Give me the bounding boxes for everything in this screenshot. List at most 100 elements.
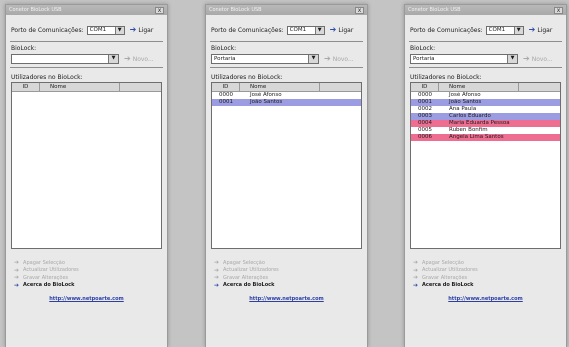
action-label: Actualizar Utilizadores: [422, 267, 478, 274]
connect-button[interactable]: Ligar: [138, 27, 153, 34]
column-header-filler: [320, 83, 361, 91]
arrow-right-icon: ➔: [14, 281, 20, 289]
connect-button[interactable]: Ligar: [338, 27, 353, 34]
action-list: ➔ Apagar Selecção ➔ Actualizar Utilizado…: [6, 259, 167, 289]
arrow-right-icon[interactable]: ➔: [130, 26, 137, 34]
table-header: ID Nome: [411, 83, 560, 92]
users-label: Utilizadores no BioLock:: [410, 74, 482, 81]
chevron-down-icon[interactable]: ▼: [507, 55, 517, 63]
arrow-right-icon[interactable]: ➔: [330, 26, 337, 34]
website-link[interactable]: http://www.netpoarte.com: [206, 296, 367, 302]
biolock-label: BioLock:: [11, 45, 37, 52]
table-header: ID Nome: [212, 83, 361, 92]
port-select[interactable]: COM1 ▼: [485, 25, 524, 35]
cell-name: Ângela Lima Santos: [449, 134, 504, 140]
chevron-down-icon[interactable]: ▼: [108, 55, 118, 63]
column-header-name[interactable]: Nome: [240, 83, 320, 91]
action-label: Actualizar Utilizadores: [23, 267, 79, 274]
port-select-value: COM1: [289, 27, 307, 33]
port-row: Porto de Comunicações: COM1 ▼ ➔ Ligar: [206, 21, 367, 39]
title-bar[interactable]: Conetor BioLock USB x: [405, 5, 566, 15]
biolock-window-2: Conetor BioLock USB x Porto de Comunicaç…: [205, 4, 368, 347]
close-icon[interactable]: x: [155, 6, 164, 14]
new-button[interactable]: Novo...: [532, 56, 553, 63]
delete-selection-action[interactable]: ➔ Apagar Selecção: [6, 259, 167, 267]
arrow-right-icon: ➔: [214, 274, 220, 282]
table-row[interactable]: 0003 Carlos Eduardo: [411, 113, 560, 120]
connect-button[interactable]: Ligar: [537, 27, 552, 34]
cell-name: Carlos Eduardo: [449, 113, 491, 119]
table-row[interactable]: 0002 Ana Paula: [411, 106, 560, 113]
port-select[interactable]: COM1 ▼: [86, 25, 125, 35]
arrow-right-icon: ➔: [14, 274, 20, 282]
update-users-action[interactable]: ➔ Actualizar Utilizadores: [206, 267, 367, 275]
biolock-label: BioLock:: [211, 45, 237, 52]
users-table[interactable]: ID Nome: [11, 82, 162, 249]
table-row[interactable]: 0001 João Santos: [212, 99, 361, 106]
port-row: Porto de Comunicações: COM1 ▼ ➔ Ligar: [405, 21, 566, 39]
update-users-action[interactable]: ➔ Actualizar Utilizadores: [405, 267, 566, 275]
about-action[interactable]: ➔ Acerca do BioLock: [206, 282, 367, 290]
biolock-row: Portaria ▼ ➔ Novo...: [405, 53, 566, 65]
arrow-right-icon[interactable]: ➔: [324, 55, 331, 63]
close-icon[interactable]: x: [355, 6, 364, 14]
new-button[interactable]: Novo...: [333, 56, 354, 63]
column-header-name[interactable]: Nome: [40, 83, 120, 91]
chevron-down-icon[interactable]: ▼: [314, 26, 324, 34]
arrow-right-icon[interactable]: ➔: [529, 26, 536, 34]
column-header-id[interactable]: ID: [12, 83, 40, 91]
arrow-right-icon: ➔: [14, 259, 20, 267]
users-label: Utilizadores no BioLock:: [211, 74, 283, 81]
users-table[interactable]: ID Nome 0000 José Afonso 0001 João Santos: [211, 82, 362, 249]
chevron-down-icon[interactable]: ▼: [308, 55, 318, 63]
divider: [210, 41, 363, 42]
column-header-name[interactable]: Nome: [439, 83, 519, 91]
title-bar[interactable]: Conetor BioLock USB x: [206, 5, 367, 15]
port-select[interactable]: COM1 ▼: [286, 25, 325, 35]
chevron-down-icon[interactable]: ▼: [114, 26, 124, 34]
table-row[interactable]: 0000 José Afonso: [411, 92, 560, 99]
cell-id: 0000: [219, 92, 233, 98]
save-changes-action[interactable]: ➔ Gravar Alterações: [405, 274, 566, 282]
chevron-down-icon[interactable]: ▼: [513, 26, 523, 34]
biolock-select[interactable]: ▼: [11, 54, 119, 64]
action-label: Apagar Selecção: [23, 259, 65, 266]
biolock-select[interactable]: Portaria ▼: [211, 54, 319, 64]
table-row[interactable]: 0001 João Santos: [411, 99, 560, 106]
table-row[interactable]: 0004 Maria Eduarda Pessoa: [411, 120, 560, 127]
biolock-select[interactable]: Portaria ▼: [410, 54, 518, 64]
window-title: Conetor BioLock USB: [9, 7, 62, 13]
action-label: Acerca do BioLock: [223, 282, 275, 289]
action-list: ➔ Apagar Selecção ➔ Actualizar Utilizado…: [206, 259, 367, 289]
biolock-window-1: Conetor BioLock USB x Porto de Comunicaç…: [5, 4, 168, 347]
new-button[interactable]: Novo...: [133, 56, 154, 63]
table-row[interactable]: 0006 Ângela Lima Santos: [411, 134, 560, 141]
save-changes-action[interactable]: ➔ Gravar Alterações: [206, 274, 367, 282]
column-header-id[interactable]: ID: [411, 83, 439, 91]
website-link[interactable]: http://www.netpoarte.com: [405, 296, 566, 302]
website-link[interactable]: http://www.netpoarte.com: [6, 296, 167, 302]
table-row[interactable]: 0000 José Afonso: [212, 92, 361, 99]
arrow-right-icon: ➔: [14, 266, 20, 274]
column-header-id[interactable]: ID: [212, 83, 240, 91]
cell-id: 0000: [418, 92, 432, 98]
port-label: Porto de Comunicações:: [211, 26, 284, 34]
delete-selection-action[interactable]: ➔ Apagar Selecção: [405, 259, 566, 267]
column-header-filler: [519, 83, 560, 91]
arrow-right-icon: ➔: [214, 259, 220, 267]
table-row[interactable]: 0005 Ruben Bonfim: [411, 127, 560, 134]
delete-selection-action[interactable]: ➔ Apagar Selecção: [206, 259, 367, 267]
title-bar[interactable]: Conetor BioLock USB x: [6, 5, 167, 15]
cell-id: 0005: [418, 127, 432, 133]
arrow-right-icon[interactable]: ➔: [523, 55, 530, 63]
cell-id: 0004: [418, 120, 432, 126]
biolock-window-3: Conetor BioLock USB x Porto de Comunicaç…: [404, 4, 567, 347]
users-table[interactable]: ID Nome 0000 José Afonso 0001 João Santos 00…: [410, 82, 561, 249]
update-users-action[interactable]: ➔ Actualizar Utilizadores: [6, 267, 167, 275]
about-action[interactable]: ➔ Acerca do BioLock: [6, 282, 167, 290]
action-label: Gravar Alterações: [422, 274, 468, 281]
save-changes-action[interactable]: ➔ Gravar Alterações: [6, 274, 167, 282]
arrow-right-icon[interactable]: ➔: [124, 55, 131, 63]
about-action[interactable]: ➔ Acerca do BioLock: [405, 282, 566, 290]
close-icon[interactable]: x: [554, 6, 563, 14]
